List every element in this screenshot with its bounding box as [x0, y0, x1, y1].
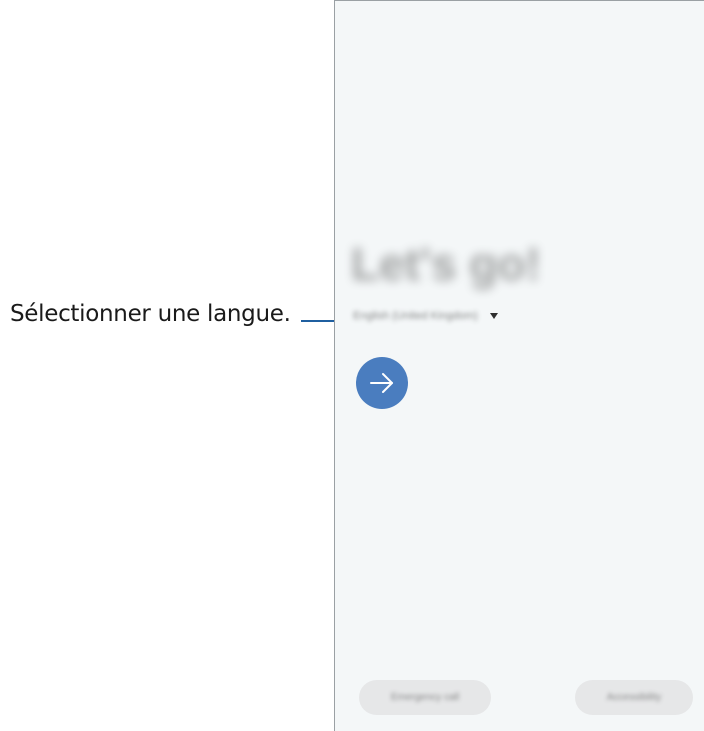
next-button[interactable] [356, 357, 408, 409]
phone-screen: Let's go! English (United Kingdom) Emerg… [334, 0, 704, 731]
manual-illustration: Sélectionner une langue. Let's go! Engli… [0, 0, 704, 731]
emergency-call-label: Emergency call [390, 692, 460, 703]
language-selector[interactable]: English (United Kingdom) [353, 307, 498, 325]
caret-down-icon [489, 313, 498, 319]
welcome-title: Let's go! [351, 238, 541, 290]
arrow-right-icon [370, 373, 393, 393]
emergency-call-button[interactable]: Emergency call [359, 680, 491, 715]
callout-label: Sélectionner une langue. [10, 301, 291, 327]
language-selector-value: English (United Kingdom) [353, 310, 478, 322]
accessibility-label: Accessibility [606, 692, 662, 703]
accessibility-button[interactable]: Accessibility [575, 680, 693, 715]
